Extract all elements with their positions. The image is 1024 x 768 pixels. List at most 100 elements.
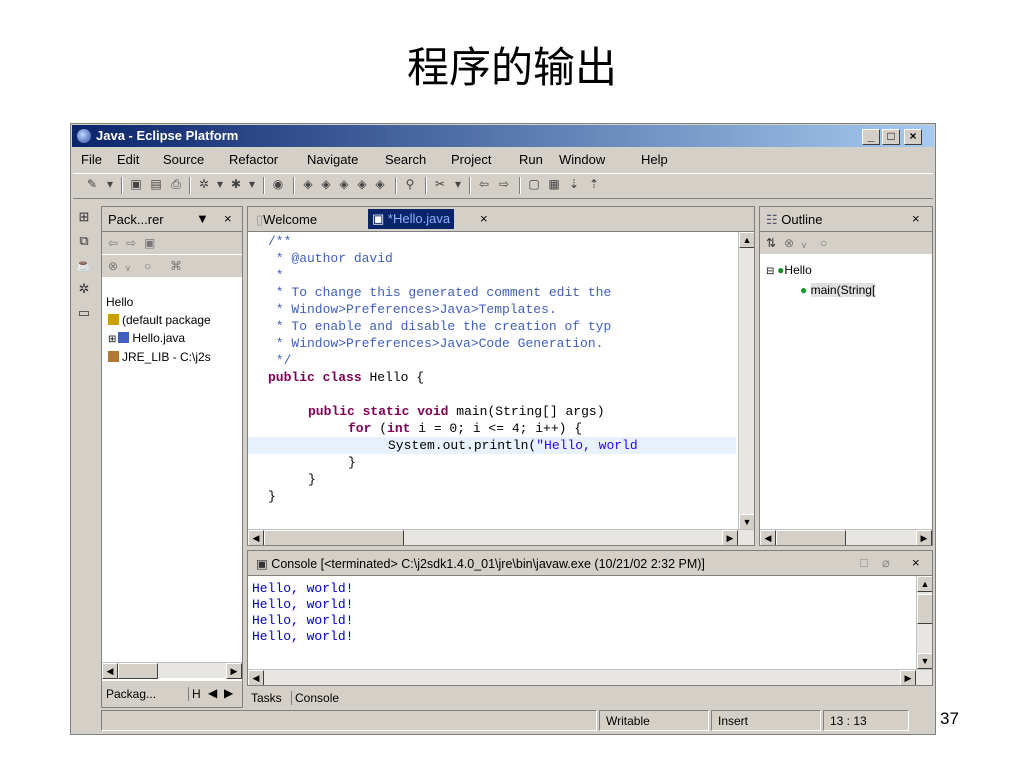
menu-edit[interactable]: Edit (117, 152, 139, 167)
run-dropdown-icon[interactable]: ▾ (245, 177, 259, 191)
hide-static-icon[interactable]: ᵥ (126, 259, 130, 273)
forward-icon[interactable]: ⇨ (497, 177, 511, 191)
tree-item-jre-lib[interactable]: JRE_LIB - C:\j2s (108, 350, 211, 364)
console-hscrollbar[interactable]: ◀ ▶ (248, 669, 932, 685)
menu-navigate[interactable]: Navigate (307, 152, 358, 167)
code-editor[interactable]: /** * @author david * * To change this g… (248, 232, 754, 530)
show-source-icon[interactable]: ▢ (527, 177, 541, 191)
scroll-right-icon[interactable]: ▶ (722, 530, 738, 545)
console-close-icon[interactable]: × (912, 555, 920, 570)
scroll-right-icon[interactable]: ▶ (900, 670, 916, 685)
scroll-down-icon[interactable]: ▼ (739, 514, 754, 530)
scroll-up-icon[interactable]: ▲ (739, 232, 754, 248)
tab-scroll-left-icon[interactable]: ◀ (208, 686, 217, 700)
scroll-left-icon[interactable]: ◀ (248, 670, 264, 685)
outline-hscrollbar[interactable]: ◀ ▶ (760, 529, 932, 545)
new-scrapbook-icon[interactable]: ◈ (355, 177, 369, 191)
scroll-thumb[interactable] (118, 663, 158, 679)
external-tools-icon[interactable]: ✂ (433, 177, 447, 191)
back-icon[interactable]: ⇦ (108, 236, 118, 250)
previous-annotation-icon[interactable]: ⇡ (587, 177, 601, 191)
scroll-up-icon[interactable]: ▲ (917, 576, 932, 592)
scroll-left-icon[interactable]: ◀ (248, 530, 264, 545)
resource-perspective-icon[interactable]: ⧉ (75, 232, 93, 250)
tab-hello-java[interactable]: ▣ *Hello.java (368, 209, 455, 229)
tab-tasks[interactable]: Tasks (251, 691, 282, 705)
print-icon[interactable]: ⎙ (169, 177, 183, 191)
run-icon[interactable]: ✱ (229, 177, 243, 191)
debug-perspective-icon[interactable]: ✲ (75, 280, 93, 298)
up-icon[interactable]: ▣ (144, 236, 155, 250)
clear-console-icon[interactable]: □ (860, 555, 868, 570)
hide-fields-icon[interactable]: ⊗ (108, 259, 118, 273)
outline-item-main-method[interactable]: ● main(String[ (800, 283, 876, 297)
maximize-button[interactable]: □ (882, 129, 900, 145)
debug-icon[interactable]: ✲ (197, 177, 211, 191)
tab-console[interactable]: Console (291, 691, 339, 705)
outline-tab[interactable]: ☷ Outline × (760, 207, 932, 232)
tab-welcome[interactable]: ▯Welcome (256, 212, 317, 228)
menu-source[interactable]: Source (163, 152, 204, 167)
view-menu-icon[interactable]: ▼ (196, 211, 209, 226)
toggle-view-icon[interactable]: ▦ (547, 177, 561, 191)
menu-file[interactable]: File (81, 152, 102, 167)
new-package-icon[interactable]: ◈ (301, 177, 315, 191)
new-class-icon[interactable]: ◈ (319, 177, 333, 191)
back-icon[interactable]: ⇦ (477, 177, 491, 191)
scroll-thumb[interactable] (776, 530, 846, 545)
menu-run[interactable]: Run (519, 152, 543, 167)
close-button[interactable]: × (904, 129, 922, 145)
hide-fields-icon[interactable]: ⊗ (784, 236, 794, 250)
window-titlebar[interactable]: Java - Eclipse Platform _ □ × (72, 125, 934, 147)
java-perspective-icon[interactable]: ☕ (75, 256, 93, 274)
editor-vscrollbar[interactable]: ▲ ▼ (738, 232, 754, 530)
scroll-thumb[interactable] (917, 594, 932, 624)
hide-nonpublic-icon[interactable]: ○ (820, 236, 827, 250)
package-explorer-hscrollbar[interactable]: ◀ ▶ (102, 662, 242, 679)
scroll-left-icon[interactable]: ◀ (760, 530, 776, 545)
scroll-thumb[interactable] (264, 530, 404, 545)
tree-item-hello-project[interactable]: Hello (106, 295, 133, 309)
tab-hierarchy[interactable]: H (188, 687, 201, 701)
console-tab[interactable]: ▣ Console [<terminated> C:\j2sdk1.4.0_01… (248, 551, 932, 576)
editor-hscrollbar[interactable]: ◀ ▶ (248, 529, 754, 545)
scroll-down-icon[interactable]: ▼ (917, 653, 932, 669)
tree-item-hello-java[interactable]: ⊞ Hello.java (108, 331, 185, 345)
tab-scroll-right-icon[interactable]: ▶ (224, 686, 233, 700)
save-icon[interactable]: ▣ (129, 177, 143, 191)
forward-icon[interactable]: ⇨ (126, 236, 136, 250)
debug-dropdown-icon[interactable]: ▾ (213, 177, 227, 191)
save-all-icon[interactable]: ▤ (149, 177, 163, 191)
hide-static-icon[interactable]: ᵥ (802, 236, 806, 250)
expand-icon[interactable]: ⊞ (108, 334, 116, 345)
scroll-right-icon[interactable]: ▶ (226, 663, 242, 679)
outline-close-icon[interactable]: × (912, 211, 920, 226)
scroll-right-icon[interactable]: ▶ (916, 530, 932, 545)
tab-package-explorer[interactable]: Packag... (106, 687, 156, 701)
minimize-button[interactable]: _ (862, 129, 880, 145)
scroll-left-icon[interactable]: ◀ (102, 663, 118, 679)
collapse-icon[interactable]: ⌘ (170, 259, 182, 273)
new-dropdown-icon[interactable]: ▾ (103, 177, 117, 191)
scroll-lock-icon[interactable]: ⌀ (882, 555, 890, 571)
cvs-perspective-icon[interactable]: ▭ (75, 304, 93, 322)
search-icon[interactable]: ◉ (271, 177, 285, 191)
new-folder-icon[interactable]: ◈ (373, 177, 387, 191)
editor-close-icon[interactable]: × (480, 211, 488, 226)
package-explorer-close-icon[interactable]: × (224, 211, 232, 226)
tree-item-default-package[interactable]: (default package (108, 313, 211, 327)
new-icon[interactable]: ✎ (85, 177, 99, 191)
console-vscrollbar[interactable]: ▲ ▼ (916, 576, 932, 669)
menu-window[interactable]: Window (559, 152, 605, 167)
sort-icon[interactable]: ⇅ (766, 236, 776, 250)
hide-nonpublic-icon[interactable]: ○ (144, 259, 151, 273)
menu-help[interactable]: Help (641, 152, 668, 167)
menu-project[interactable]: Project (451, 152, 491, 167)
edit-icon[interactable]: ⚲ (403, 177, 417, 191)
menu-refactor[interactable]: Refactor (229, 152, 278, 167)
outline-item-hello-class[interactable]: ⊟ ●Hello (766, 263, 812, 277)
open-perspective-icon[interactable]: ⊞ (75, 208, 93, 226)
collapse-icon[interactable]: ⊟ (766, 266, 777, 277)
external-tools-dropdown-icon[interactable]: ▾ (451, 177, 465, 191)
next-annotation-icon[interactable]: ⇣ (567, 177, 581, 191)
